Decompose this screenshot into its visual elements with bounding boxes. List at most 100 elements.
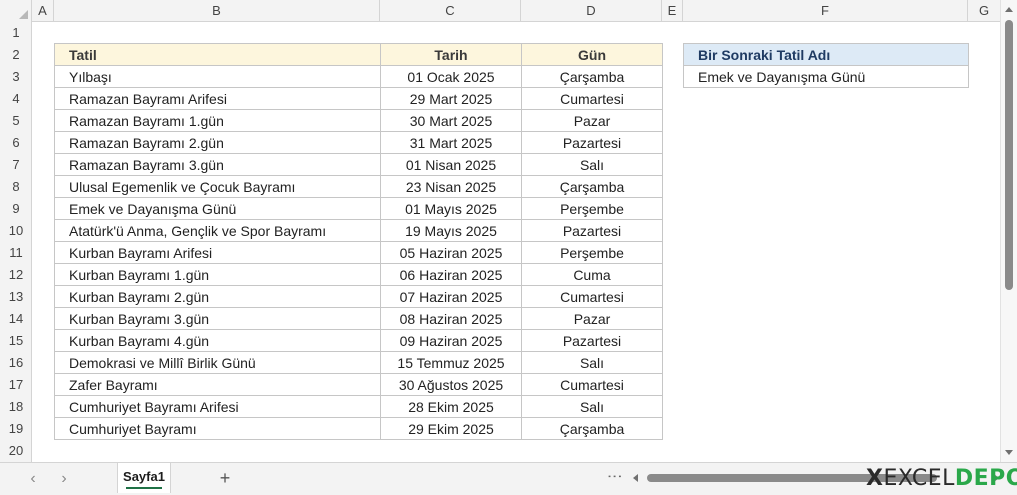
- cell-tatil[interactable]: Ramazan Bayramı Arifesi: [54, 87, 381, 110]
- row-header[interactable]: 12: [0, 264, 32, 286]
- header-cell-tarih[interactable]: Tarih: [380, 43, 522, 66]
- row-header[interactable]: 5: [0, 110, 32, 132]
- cell-gun[interactable]: Pazartesi: [521, 329, 663, 352]
- next-holiday-header[interactable]: Bir Sonraki Tatil Adı: [683, 43, 969, 66]
- exceldepo-logo: XEXCELDEPO: [866, 466, 1017, 492]
- column-header-d[interactable]: D: [521, 0, 662, 22]
- scroll-up-arrow-icon[interactable]: [1005, 7, 1013, 12]
- row-header[interactable]: 3: [0, 66, 32, 88]
- cell-gun[interactable]: Çarşamba: [521, 417, 663, 440]
- cell-gun[interactable]: Cuma: [521, 263, 663, 286]
- header-cell-gun[interactable]: Gün: [521, 43, 663, 66]
- column-header-b[interactable]: B: [54, 0, 380, 22]
- cell-gun[interactable]: Çarşamba: [521, 175, 663, 198]
- cell-tatil[interactable]: Ramazan Bayramı 3.gün: [54, 153, 381, 176]
- next-sheet-arrow-icon[interactable]: ›: [55, 470, 73, 488]
- cell-tarih[interactable]: 19 Mayıs 2025: [380, 219, 522, 242]
- cell-tatil[interactable]: Ramazan Bayramı 1.gün: [54, 109, 381, 132]
- column-header-f[interactable]: F: [683, 0, 968, 22]
- column-header-a[interactable]: A: [32, 0, 54, 22]
- cell-gun[interactable]: Pazar: [521, 307, 663, 330]
- row-header[interactable]: 14: [0, 308, 32, 330]
- vertical-scrollbar[interactable]: [1000, 0, 1017, 462]
- row-header[interactable]: 2: [0, 44, 32, 66]
- cell-gun[interactable]: Pazartesi: [521, 219, 663, 242]
- cell-gun[interactable]: Perşembe: [521, 197, 663, 220]
- cell-tarih[interactable]: 01 Ocak 2025: [380, 65, 522, 88]
- cell-tatil[interactable]: Atatürk'ü Anma, Gençlik ve Spor Bayramı: [54, 219, 381, 242]
- scroll-down-arrow-icon[interactable]: [1005, 450, 1013, 455]
- cell-tarih[interactable]: 07 Haziran 2025: [380, 285, 522, 308]
- cell-tarih[interactable]: 01 Mayıs 2025: [380, 197, 522, 220]
- row-header[interactable]: 8: [0, 176, 32, 198]
- cell-tarih[interactable]: 01 Nisan 2025: [380, 153, 522, 176]
- table-row: Ramazan Bayramı 2.gün 31 Mart 2025 Pazarte…: [54, 131, 663, 154]
- cell-tarih[interactable]: 06 Haziran 2025: [380, 263, 522, 286]
- select-all-corner[interactable]: [0, 0, 32, 22]
- cell-tatil[interactable]: Kurban Bayramı 2.gün: [54, 285, 381, 308]
- worksheet-grid[interactable]: Tatil Tarih Gün Yılbaşı 01 Ocak 2025 Çarşa…: [32, 22, 1000, 462]
- cell-tatil[interactable]: Kurban Bayramı 4.gün: [54, 329, 381, 352]
- cell-tarih[interactable]: 08 Haziran 2025: [380, 307, 522, 330]
- row-header[interactable]: 18: [0, 396, 32, 418]
- cell-tatil[interactable]: Ramazan Bayramı 2.gün: [54, 131, 381, 154]
- row-header[interactable]: 10: [0, 220, 32, 242]
- add-sheet-button[interactable]: +: [216, 468, 234, 489]
- cell-gun[interactable]: Cumartesi: [521, 87, 663, 110]
- cell-tatil[interactable]: Ulusal Egemenlik ve Çocuk Bayramı: [54, 175, 381, 198]
- cell-gun[interactable]: Cumartesi: [521, 373, 663, 396]
- next-holiday-value[interactable]: Emek ve Dayanışma Günü: [683, 65, 969, 88]
- cell-gun[interactable]: Cumartesi: [521, 285, 663, 308]
- cell-tatil[interactable]: Kurban Bayramı 1.gün: [54, 263, 381, 286]
- row-header[interactable]: 1: [0, 22, 32, 44]
- cell-tatil[interactable]: Demokrasi ve Millî Birlik Günü: [54, 351, 381, 374]
- cell-tarih[interactable]: 28 Ekim 2025: [380, 395, 522, 418]
- header-cell-tatil[interactable]: Tatil: [54, 43, 381, 66]
- cell-tarih[interactable]: 30 Ağustos 2025: [380, 373, 522, 396]
- cell-tatil[interactable]: Yılbaşı: [54, 65, 381, 88]
- more-options-icon[interactable]: ⋮: [605, 469, 623, 483]
- cell-tatil[interactable]: Emek ve Dayanışma Günü: [54, 197, 381, 220]
- cell-gun[interactable]: Salı: [521, 351, 663, 374]
- row-header[interactable]: 16: [0, 352, 32, 374]
- cell-tatil[interactable]: Cumhuriyet Bayramı: [54, 417, 381, 440]
- scroll-left-arrow-icon[interactable]: [633, 474, 638, 482]
- table-row: Cumhuriyet Bayramı 29 Ekim 2025 Çarşamba: [54, 417, 663, 440]
- cell-gun[interactable]: Pazartesi: [521, 131, 663, 154]
- table-row: Ramazan Bayramı 1.gün 30 Mart 2025 Pazar: [54, 109, 663, 132]
- cell-tarih[interactable]: 31 Mart 2025: [380, 131, 522, 154]
- cell-tarih[interactable]: 29 Ekim 2025: [380, 417, 522, 440]
- table-row: Atatürk'ü Anma, Gençlik ve Spor Bayramı 1…: [54, 219, 663, 242]
- column-header-c[interactable]: C: [380, 0, 521, 22]
- cell-tatil[interactable]: Kurban Bayramı 3.gün: [54, 307, 381, 330]
- cell-gun[interactable]: Çarşamba: [521, 65, 663, 88]
- cell-tarih[interactable]: 09 Haziran 2025: [380, 329, 522, 352]
- sheet-tab-sayfa1[interactable]: Sayfa1: [117, 463, 171, 493]
- cell-gun[interactable]: Salı: [521, 395, 663, 418]
- row-header[interactable]: 7: [0, 154, 32, 176]
- cell-tarih[interactable]: 05 Haziran 2025: [380, 241, 522, 264]
- cell-tarih[interactable]: 23 Nisan 2025: [380, 175, 522, 198]
- cell-tarih[interactable]: 15 Temmuz 2025: [380, 351, 522, 374]
- row-header[interactable]: 13: [0, 286, 32, 308]
- cell-tatil[interactable]: Kurban Bayramı Arifesi: [54, 241, 381, 264]
- cell-tarih[interactable]: 29 Mart 2025: [380, 87, 522, 110]
- cell-tatil[interactable]: Cumhuriyet Bayramı Arifesi: [54, 395, 381, 418]
- row-header[interactable]: 15: [0, 330, 32, 352]
- row-header[interactable]: 19: [0, 418, 32, 440]
- row-header[interactable]: 20: [0, 440, 32, 462]
- row-header[interactable]: 17: [0, 374, 32, 396]
- column-header-e[interactable]: E: [662, 0, 683, 22]
- row-header[interactable]: 6: [0, 132, 32, 154]
- vertical-scroll-thumb[interactable]: [1005, 20, 1013, 290]
- row-header[interactable]: 11: [0, 242, 32, 264]
- cell-gun[interactable]: Salı: [521, 153, 663, 176]
- cell-tatil[interactable]: Zafer Bayramı: [54, 373, 381, 396]
- cell-tarih[interactable]: 30 Mart 2025: [380, 109, 522, 132]
- previous-sheet-arrow-icon[interactable]: ‹: [24, 470, 42, 488]
- column-header-g[interactable]: G: [968, 0, 1000, 22]
- row-header[interactable]: 4: [0, 88, 32, 110]
- row-header[interactable]: 9: [0, 198, 32, 220]
- cell-gun[interactable]: Pazar: [521, 109, 663, 132]
- cell-gun[interactable]: Perşembe: [521, 241, 663, 264]
